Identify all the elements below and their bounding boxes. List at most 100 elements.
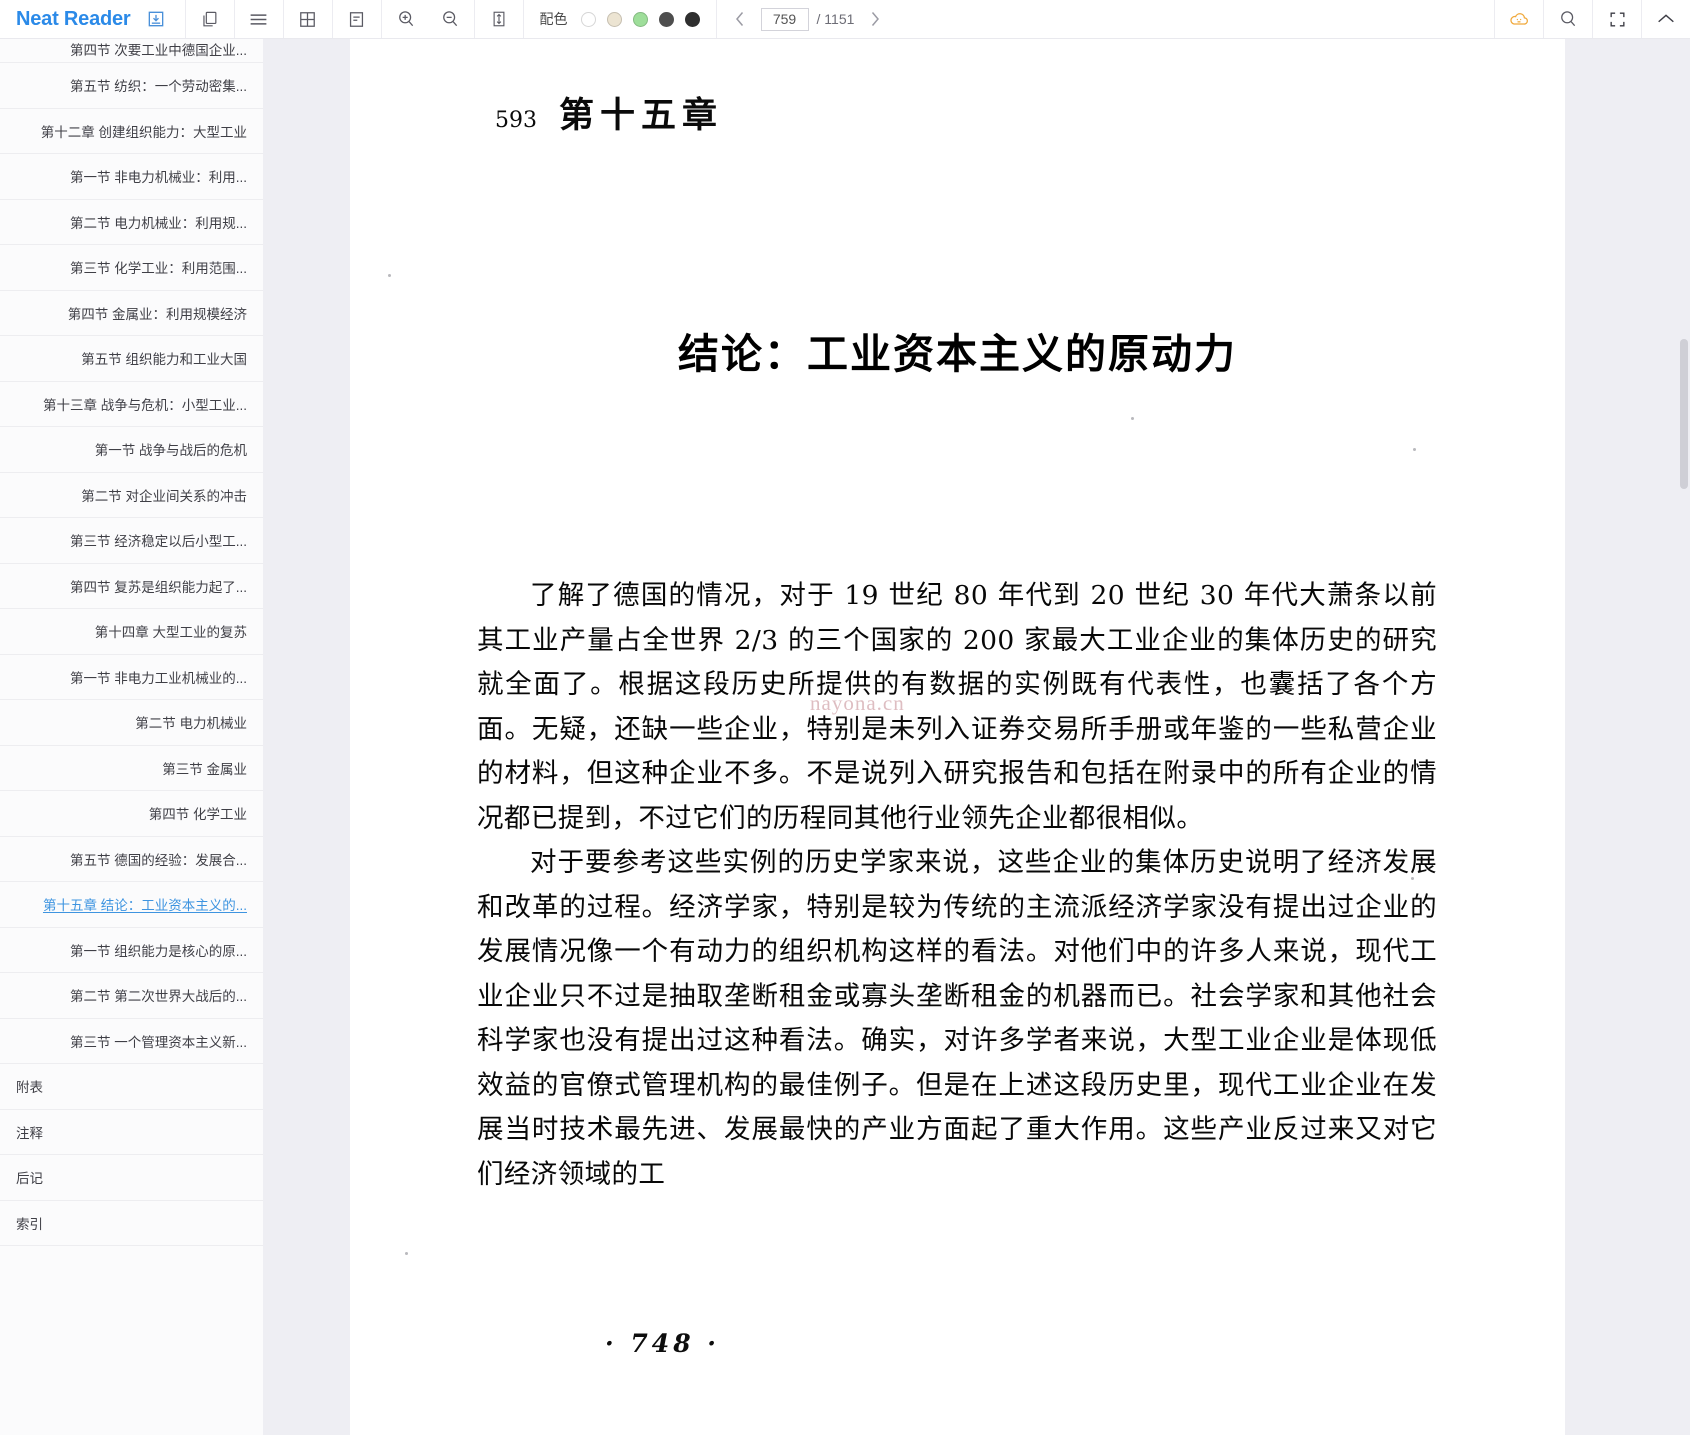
sidebar-item-label: 第二节 电力机械业 bbox=[135, 716, 247, 732]
sidebar-item-20[interactable]: 第一节 组织能力是核心的原... bbox=[0, 928, 263, 973]
sidebar-item-label: 第十四章 大型工业的复苏 bbox=[94, 625, 247, 641]
toolbar-group-zoom bbox=[380, 0, 474, 39]
sidebar-item-8[interactable]: 第十三章 战争与危机：小型工业... bbox=[0, 382, 263, 427]
sidebar-item-25[interactable]: 后记 bbox=[0, 1155, 263, 1201]
sidebar-item-2[interactable]: 第十二章 创建组织能力：大型工业 bbox=[0, 109, 263, 154]
prev-page-button[interactable] bbox=[727, 0, 753, 39]
scan-speck bbox=[1131, 417, 1134, 420]
sidebar-item-label: 第十五章 结论：工业资本主义的... bbox=[42, 898, 247, 914]
sidebar-item-label: 第一节 组织能力是核心的原... bbox=[69, 943, 247, 959]
paragraph-2: 对于要参考这些实例的历史学家来说，这些企业的集体历史说明了经济发展和改革的过程。… bbox=[477, 847, 1437, 1190]
color-swatch-white[interactable] bbox=[580, 11, 596, 27]
sidebar-item-26[interactable]: 索引 bbox=[0, 1201, 263, 1246]
chapter-page-number: 593 bbox=[495, 108, 537, 133]
sidebar-item-label: 附表 bbox=[16, 1080, 43, 1096]
vertical-scrollbar[interactable] bbox=[1678, 39, 1690, 1435]
toolbar-group-grid bbox=[282, 0, 332, 39]
color-swatch-green[interactable] bbox=[632, 11, 648, 27]
color-scheme-label: 配色 bbox=[539, 11, 568, 27]
sidebar-item-24[interactable]: 注释 bbox=[0, 1110, 263, 1155]
zoom-out-icon[interactable] bbox=[428, 0, 472, 39]
paragraph-1: 了解了德国的情况，对于 19 世纪 80 年代到 20 世纪 30 年代大萧条以… bbox=[477, 580, 1437, 834]
sidebar-item-6[interactable]: 第四节 金属业：利用规模经济 bbox=[0, 291, 263, 336]
sidebar-item-4[interactable]: 第二节 电力机械业：利用规... bbox=[0, 200, 263, 245]
sidebar-item-label: 第四节 金属业：利用规模经济 bbox=[67, 306, 247, 322]
list-view-icon[interactable] bbox=[237, 0, 281, 39]
chapter-header: 593 第十五章 bbox=[495, 87, 723, 138]
zoom-in-icon[interactable] bbox=[384, 0, 428, 39]
sidebar-item-label: 第三节 化学工业：利用范围... bbox=[69, 261, 247, 277]
sidebar-item-label: 后记 bbox=[16, 1171, 43, 1187]
sidebar-item-18[interactable]: 第五节 德国的经验：发展合... bbox=[0, 837, 263, 882]
fit-height-icon[interactable] bbox=[477, 0, 521, 39]
collapse-toolbar-icon[interactable] bbox=[1644, 0, 1688, 39]
sidebar-item-label: 第三节 一个管理资本主义新... bbox=[69, 1034, 247, 1050]
sidebar-item-19[interactable]: 第十五章 结论：工业资本主义的... bbox=[0, 882, 263, 928]
toolbar-group-fullscreen bbox=[1592, 0, 1641, 38]
sidebar-item-7[interactable]: 第五节 组织能力和工业大国 bbox=[0, 336, 263, 382]
sidebar-item-label: 第一节 非电力机械业：利用... bbox=[69, 170, 247, 186]
sidebar-item-3[interactable]: 第一节 非电力机械业：利用... bbox=[0, 154, 263, 200]
sidebar-item-9[interactable]: 第一节 战争与战后的危机 bbox=[0, 427, 263, 473]
color-swatch-dark-gray[interactable] bbox=[658, 11, 674, 27]
toolbar: Neat Reader 配色 759 / 1151 bbox=[0, 0, 1690, 39]
toolbar-group-view bbox=[184, 0, 234, 39]
sidebar-item-0[interactable]: 第四节 次要工业中德国企业... bbox=[0, 39, 263, 63]
sidebar-item-label: 第五节 纺织：一个劳动密集... bbox=[69, 79, 247, 95]
sidebar-item-12[interactable]: 第四节 复苏是组织能力起了... bbox=[0, 564, 263, 609]
sidebar-item-label: 第三节 经济稳定以后小型工... bbox=[69, 534, 247, 550]
color-swatch-black[interactable] bbox=[684, 11, 700, 27]
sidebar-item-5[interactable]: 第三节 化学工业：利用范围... bbox=[0, 245, 263, 291]
sidebar-item-21[interactable]: 第二节 第二次世界大战后的... bbox=[0, 973, 263, 1019]
sidebar-item-label: 第十二章 创建组织能力：大型工业 bbox=[40, 124, 247, 140]
sidebar-item-17[interactable]: 第四节 化学工业 bbox=[0, 791, 263, 837]
grid-view-icon[interactable] bbox=[286, 0, 330, 39]
sidebar-item-label: 第一节 战争与战后的危机 bbox=[94, 443, 247, 459]
scan-speck bbox=[1413, 448, 1416, 451]
fullscreen-icon[interactable] bbox=[1595, 0, 1639, 39]
page-number-input[interactable] bbox=[760, 7, 809, 31]
table-of-contents-sidebar[interactable]: 第四节 次要工业中德国企业... 第五节 纺织：一个劳动密集... 第十二章 创建组… bbox=[0, 39, 263, 1435]
page-layout-icon[interactable] bbox=[335, 0, 379, 39]
sidebar-item-14[interactable]: 第一节 非电力工业机械业的... bbox=[0, 655, 263, 700]
sidebar-item-15[interactable]: 第二节 电力机械业 bbox=[0, 700, 263, 746]
sidebar-item-label: 第十三章 战争与危机：小型工业... bbox=[42, 397, 247, 413]
toolbar-group-page bbox=[331, 0, 381, 39]
sidebar-item-label: 注释 bbox=[16, 1125, 43, 1141]
toolbar-group-layout bbox=[233, 0, 283, 39]
toolbar-group-fit bbox=[473, 0, 523, 39]
sidebar-item-10[interactable]: 第二节 对企业间关系的冲击 bbox=[0, 473, 263, 518]
sidebar-item-label: 第一节 非电力工业机械业的... bbox=[69, 670, 247, 686]
sidebar-item-22[interactable]: 第三节 一个管理资本主义新... bbox=[0, 1019, 263, 1064]
sidebar-item-1[interactable]: 第五节 纺织：一个劳动密集... bbox=[0, 63, 263, 109]
sidebar-item-label: 第四节 复苏是组织能力起了... bbox=[69, 579, 247, 595]
sidebar-item-label: 第三节 金属业 bbox=[162, 761, 247, 777]
sidebar-item-label: 第四节 化学工业 bbox=[148, 807, 247, 823]
sidebar-item-23[interactable]: 附表 bbox=[0, 1064, 263, 1110]
sidebar-item-13[interactable]: 第十四章 大型工业的复苏 bbox=[0, 609, 263, 655]
sidebar-item-16[interactable]: 第三节 金属业 bbox=[0, 746, 263, 791]
color-swatch-sepia[interactable] bbox=[606, 11, 622, 27]
sidebar-item-label: 第二节 第二次世界大战后的... bbox=[69, 989, 247, 1005]
sidebar-item-label: 第五节 组织能力和工业大国 bbox=[81, 352, 247, 368]
next-page-button[interactable] bbox=[862, 0, 888, 39]
reader-viewport[interactable]: 593 第十五章 结论：工业资本主义的原动力 了解了德国的情况，对于 19 世纪… bbox=[263, 39, 1678, 1435]
watermark: nayona.cn bbox=[810, 691, 905, 715]
page-body-text: 了解了德国的情况，对于 19 世纪 80 年代到 20 世纪 30 年代大萧条以… bbox=[477, 574, 1437, 1197]
sidebar-item-11[interactable]: 第三节 经济稳定以后小型工... bbox=[0, 518, 263, 564]
page-footer-number: · 748 · bbox=[350, 1329, 1565, 1358]
scrollbar-thumb[interactable] bbox=[1680, 339, 1688, 489]
search-icon[interactable] bbox=[1546, 0, 1590, 39]
copy-icon[interactable] bbox=[188, 0, 232, 39]
cloud-sync-icon[interactable] bbox=[1497, 0, 1541, 39]
scan-speck bbox=[405, 1252, 408, 1255]
download-book-icon[interactable] bbox=[141, 0, 171, 39]
sidebar-item-label: 第二节 对企业间关系的冲击 bbox=[81, 488, 247, 504]
page-footer-label: · 748 · bbox=[605, 1329, 720, 1358]
sidebar-item-label: 第五节 德国的经验：发展合... bbox=[69, 852, 247, 868]
color-scheme-picker: 配色 bbox=[522, 0, 716, 38]
scan-speck bbox=[388, 274, 391, 277]
app-brand: Neat Reader bbox=[0, 0, 185, 38]
toolbar-group-collapse bbox=[1641, 0, 1690, 38]
